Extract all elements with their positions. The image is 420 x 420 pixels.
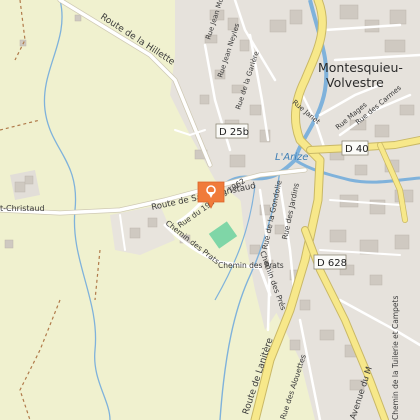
street-label-avenue: Avenue du M [348, 365, 375, 420]
road-shield-d628: D 628 [313, 254, 347, 270]
street-label-tuilerie: Chemin de la Tuilerie et Campets [391, 296, 400, 420]
street-label-alouettes: Rue des Alouettes [278, 353, 308, 420]
street-label-jean-moulin: Rue Jean Moulin [204, 0, 229, 41]
road-shield-d25b: D 25b [215, 123, 249, 139]
label-layer: Route de la Hillette t-Christaud Route d… [0, 0, 403, 420]
street-label-pres: Chemin des Prés [258, 250, 288, 312]
town-label-line2: Volvestre [326, 75, 384, 90]
road-shield-d40-label: D 40 [345, 144, 369, 155]
map-view[interactable]: Route de la Hillette t-Christaud Route d… [0, 0, 420, 420]
street-label-janet: Rue Janet [291, 98, 322, 126]
town-label-line1: Montesquieu- [318, 60, 403, 75]
road-shield-d628-label: D 628 [317, 258, 347, 269]
street-label-gariere: Rue de la Garière [234, 50, 260, 110]
street-label-st-christaud-left: t-Christaud [0, 204, 45, 213]
street-label-lanitere: Route de Lanitère [240, 336, 275, 416]
street-label-hillette: Route de la Hillette [98, 12, 176, 68]
river-label: L'Arize [275, 152, 308, 163]
street-label-gondolie: Rue de la Gondolie [260, 179, 284, 250]
street-label-jardins: Rue des Jardins [280, 182, 301, 240]
road-shield-d25b-label: D 25b [219, 127, 249, 138]
street-label-jean-neyles: Rue Jean Neyles [216, 22, 241, 78]
street-label-prats-a: Chemin des Prats [164, 218, 221, 266]
road-shield-d40: D 40 [341, 140, 369, 156]
